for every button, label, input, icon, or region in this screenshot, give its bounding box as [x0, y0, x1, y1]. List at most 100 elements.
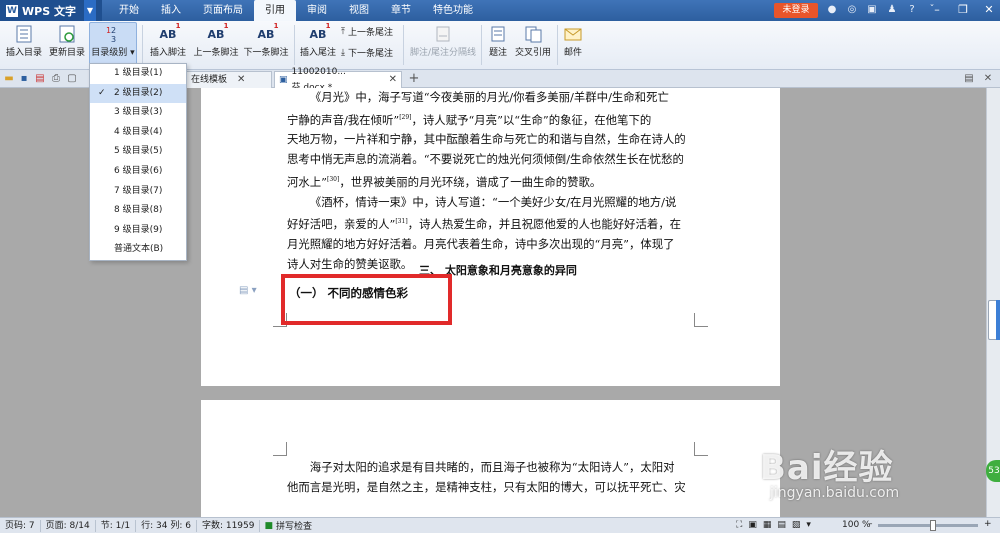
feedback-icon[interactable]: ▣	[866, 3, 878, 17]
help-icon[interactable]: ?	[906, 3, 918, 17]
page-view-icon[interactable]: ▣	[748, 520, 757, 530]
paragraph: 河水上”[30]，世界被美丽的月光环绕，谱成了一曲生命的赞歌。	[287, 174, 602, 189]
tab-document[interactable]: ▣ 11002010...芬.docx * ✕	[274, 67, 402, 93]
dropdown-item[interactable]: ✓ 2 级目录(2)	[90, 83, 186, 104]
dropdown-item[interactable]: 7 级目录(7)	[90, 182, 186, 202]
cross-reference-label: 交叉引用	[514, 48, 551, 58]
save-icon[interactable]: ▪	[18, 73, 30, 85]
prev-footnote-icon: AB 1	[207, 21, 229, 41]
dropdown-item[interactable]: 5 级目录(5)	[90, 142, 186, 162]
paragraph: 《月光》中，海子写道“今夜美丽的月光/你看多美丽/羊群中/生命和死亡	[309, 90, 669, 104]
mail-icon	[561, 23, 585, 45]
new-tab-icon[interactable]: +	[408, 72, 420, 85]
tab-label: 在线模板	[191, 75, 228, 85]
document-page[interactable]: 海子对太阳的追求是有目共睹的，而且海子也被称为“太阳诗人”，太阳对 他而言是光明…	[201, 400, 780, 517]
insert-endnote-label: 插入尾注	[299, 48, 336, 58]
word-count[interactable]: 字数: 11959	[197, 519, 261, 532]
dropdown-item[interactable]: 9 级目录(9)	[90, 221, 186, 241]
next-footnote-button[interactable]: AB 1 下一条脚注	[241, 21, 291, 59]
footnote-icon: AB 1	[159, 21, 181, 41]
dropdown-item[interactable]: 1 级目录(1)	[90, 64, 186, 84]
dropdown-item[interactable]: 普通文本(B)	[90, 240, 186, 260]
tab-close-all-icon[interactable]: ✕	[982, 73, 994, 85]
footnote-separator-button[interactable]: 脚注/尾注分隔线	[408, 23, 478, 58]
close-icon[interactable]: ✕	[389, 72, 397, 88]
caption-icon	[486, 23, 510, 45]
web-view-icon[interactable]: ▦	[763, 520, 772, 530]
print-icon[interactable]: ⎙	[50, 73, 62, 85]
tab-online-template[interactable]: 在线模板 ✕	[186, 71, 272, 88]
minimize-icon[interactable]: –	[930, 2, 944, 18]
restore-icon[interactable]: ❐	[956, 2, 970, 18]
tab-4[interactable]: 审阅	[296, 0, 338, 21]
tab-7[interactable]: 特色功能	[422, 0, 484, 21]
tab-1[interactable]: 插入	[150, 0, 192, 21]
dropdown-item[interactable]: 4 级目录(4)	[90, 123, 186, 143]
prev-endnote-button[interactable]: ⤒ 上一条尾注	[341, 25, 393, 39]
paragraph: 好好活吧，亲爱的人”[31]，诗人热爱生命，并且祝愿他爱的人也能好好活着，在	[287, 217, 682, 232]
zoom-slider[interactable]	[878, 520, 978, 531]
tab-menu-icon[interactable]: ▤	[963, 73, 975, 85]
body-text[interactable]: 海子对太阳的追求是有目共睹的，而且海子也被称为“太阳诗人”，太阳对 他而言是光明…	[287, 458, 694, 498]
preview-icon[interactable]: ▢	[66, 73, 78, 85]
tab-6[interactable]: 章节	[380, 0, 422, 21]
document-page[interactable]: 《月光》中，海子写道“今夜美丽的月光/你看多美丽/羊群中/生命和死亡 宁静的声音…	[201, 88, 780, 386]
prev-endnote-icon: ⤒	[341, 26, 345, 37]
update-toc-label: 更新目录	[48, 48, 85, 58]
open-icon[interactable]: ▬	[3, 73, 15, 85]
login-button[interactable]: 未登录	[774, 3, 818, 18]
tab-5[interactable]: 视图	[338, 0, 380, 21]
close-icon[interactable]: ✕	[982, 2, 996, 18]
pdf-icon[interactable]: ▤	[34, 73, 46, 85]
fullscreen-icon[interactable]: ⛶	[736, 520, 742, 530]
dropdown-item[interactable]: 6 级目录(6)	[90, 162, 186, 182]
prev-footnote-button[interactable]: AB 1 上一条脚注	[191, 21, 241, 59]
wps-logo-icon: W	[6, 4, 18, 17]
update-toc-button[interactable]: 更新目录	[47, 23, 87, 58]
paragraph: 《酒杯，情诗一束》中，诗人写道：“一个美好少女/在月光照耀的地方/说	[309, 194, 677, 209]
spell-check-icon: ■	[264, 520, 273, 531]
zoom-knob[interactable]	[930, 520, 936, 531]
dropdown-item[interactable]: 3 级目录(3)	[90, 103, 186, 123]
page-code[interactable]: 页码: 7	[0, 519, 41, 532]
menu-tabs: 开始 插入 页面布局 引用 审阅 视图 章节 特色功能	[108, 0, 484, 21]
svg-text:2: 2	[111, 26, 116, 35]
dropdown-item[interactable]: 8 级目录(8)	[90, 201, 186, 221]
toc-level-button[interactable]: 123 目录级别 ▾	[89, 22, 137, 68]
section-count[interactable]: 节: 1/1	[96, 519, 137, 532]
highlight-box	[281, 274, 452, 325]
zoom-out-icon[interactable]: –	[868, 519, 873, 529]
tab-0[interactable]: 开始	[108, 0, 150, 21]
caption-button[interactable]: 题注	[484, 23, 512, 58]
skin-icon[interactable]: ●	[826, 3, 838, 17]
row-col[interactable]: 行: 34 列: 6	[136, 519, 197, 532]
reading-view-icon[interactable]: ▧	[792, 520, 801, 530]
view-menu-icon[interactable]: ▾	[806, 520, 811, 530]
next-footnote-icon: AB 1	[257, 21, 279, 41]
close-icon[interactable]: ✕	[237, 72, 245, 88]
next-endnote-button[interactable]: ⤓ 下一条尾注	[341, 46, 393, 60]
insert-toc-button[interactable]: 插入目录	[4, 23, 44, 58]
page-count[interactable]: 页面: 8/14	[41, 519, 96, 532]
outline-view-icon[interactable]: ▤	[777, 520, 786, 530]
zoom-in-icon[interactable]: +	[984, 519, 992, 529]
insert-endnote-button[interactable]: AB 1 插入尾注	[298, 22, 338, 59]
body-text[interactable]: 《月光》中，海子写道“今夜美丽的月光/你看多美丽/羊群中/生命和死亡 宁静的声音…	[287, 88, 694, 275]
spell-check-label[interactable]: 拼写检查	[276, 519, 312, 532]
mail-button[interactable]: 邮件	[561, 23, 585, 58]
tab-2[interactable]: 页面布局	[192, 0, 254, 21]
settings-icon[interactable]: ◎	[846, 3, 858, 17]
app-menu-button[interactable]: W WPS 文字 ▼	[0, 0, 102, 21]
shirt-icon[interactable]: ♟	[886, 3, 898, 17]
mail-label: 邮件	[563, 48, 582, 58]
next-endnote-icon: ⤓	[341, 47, 345, 58]
separator-icon	[431, 23, 455, 45]
zoom-level[interactable]: 100 %	[842, 520, 871, 530]
cross-reference-button[interactable]: 交叉引用	[513, 23, 553, 58]
watermark: Bai经验 jingyan.baidu.com	[760, 440, 960, 520]
tab-3[interactable]: 引用	[253, 0, 296, 21]
notification-badge[interactable]: 53	[986, 460, 1000, 482]
paragraph-handle-icon[interactable]: ▤ ▾	[239, 285, 257, 296]
chevron-down-icon[interactable]: ▼	[83, 0, 96, 21]
insert-footnote-button[interactable]: AB 1 插入脚注	[148, 21, 188, 59]
